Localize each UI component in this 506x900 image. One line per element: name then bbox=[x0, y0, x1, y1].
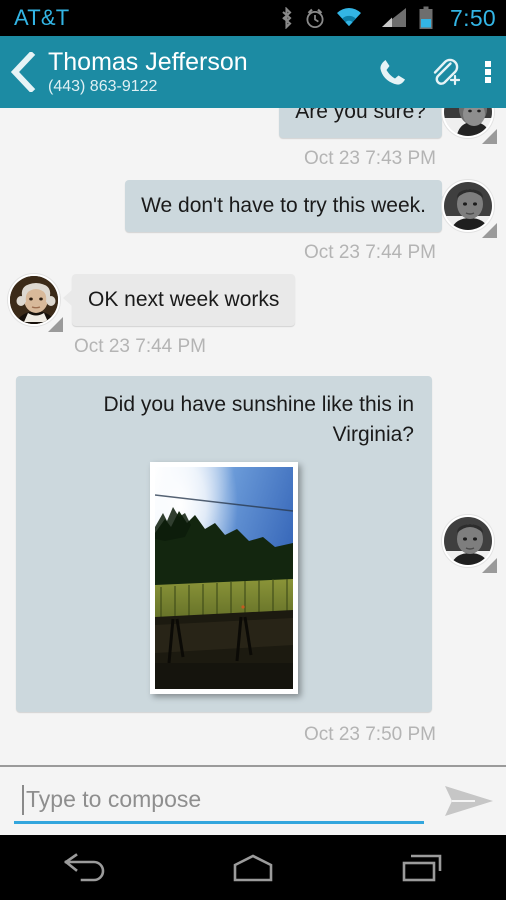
message-text: Are you sure? bbox=[295, 108, 426, 123]
message-timestamp: Oct 23 7:44 PM bbox=[303, 242, 436, 263]
attachment-corner-tag bbox=[482, 223, 497, 238]
message-text: We don't have to try this week. bbox=[141, 194, 426, 217]
message-dont-have-to-try[interactable]: We don't have to try this week. Oct 23 7… bbox=[0, 180, 506, 274]
overflow-button[interactable] bbox=[470, 36, 506, 108]
navigation-bar bbox=[0, 835, 506, 900]
text-caret bbox=[22, 784, 24, 815]
contact-name: Thomas Jefferson bbox=[48, 47, 248, 76]
compose-input[interactable]: Type to compose bbox=[14, 778, 424, 824]
send-arrow-icon bbox=[445, 786, 493, 816]
message-text: OK next week works bbox=[88, 288, 280, 311]
message-are-you-sure[interactable]: Are you sure? Oct 23 7:43 PM bbox=[0, 108, 506, 180]
clock-label: 7:50 bbox=[450, 4, 496, 31]
nav-home-icon bbox=[233, 854, 273, 881]
bluetooth-icon bbox=[282, 7, 292, 29]
nav-recents-icon bbox=[402, 854, 441, 881]
status-icon-tray: 7:50 bbox=[279, 5, 496, 32]
send-button[interactable] bbox=[432, 766, 506, 836]
message-timestamp: Oct 23 7:44 PM bbox=[74, 336, 207, 357]
paperclip-plus-icon bbox=[433, 58, 460, 86]
avatar-self[interactable] bbox=[442, 180, 498, 238]
compose-placeholder: Type to compose bbox=[26, 786, 202, 812]
message-thread[interactable]: Are you sure? Oct 23 7:43 PM We don't ha… bbox=[0, 108, 506, 765]
back-button[interactable] bbox=[0, 36, 46, 108]
avatar-self[interactable] bbox=[442, 515, 498, 573]
nav-back-icon bbox=[64, 852, 105, 881]
status-bar: AT&T 7:50 bbox=[0, 0, 506, 36]
alarm-icon bbox=[306, 8, 324, 28]
message-text: Did you have sunshine like this in Virgi… bbox=[103, 393, 414, 446]
call-button[interactable] bbox=[366, 36, 418, 108]
message-bubble[interactable]: OK next week works bbox=[62, 274, 296, 326]
signal-icon bbox=[382, 8, 407, 27]
avatar-self[interactable] bbox=[442, 108, 498, 144]
photo-vineyard-sunshine[interactable] bbox=[150, 462, 298, 694]
wifi-icon bbox=[337, 8, 362, 26]
message-bubble[interactable]: We don't have to try this week. bbox=[125, 180, 451, 232]
phone-icon bbox=[380, 60, 405, 85]
compose-bar: Type to compose bbox=[0, 765, 506, 835]
attachment-corner-tag bbox=[482, 129, 497, 144]
overflow-menu-icon bbox=[485, 59, 491, 85]
app-bar: Thomas Jefferson (443) 863-9122 bbox=[0, 36, 506, 108]
attach-button[interactable] bbox=[418, 36, 470, 108]
message-timestamp: Oct 23 7:43 PM bbox=[303, 148, 436, 169]
attachment-corner-tag bbox=[482, 558, 497, 573]
app-bar-titles[interactable]: Thomas Jefferson (443) 863-9122 bbox=[48, 48, 366, 97]
battery-icon bbox=[419, 6, 433, 29]
message-bubble[interactable]: Did you have sunshine like this in Virgi… bbox=[16, 376, 432, 712]
message-sunshine-mms[interactable]: Did you have sunshine like this in Virgi… bbox=[0, 368, 506, 756]
nav-back-button[interactable] bbox=[29, 835, 139, 900]
attachment-corner-tag bbox=[48, 317, 63, 332]
back-chevron-icon bbox=[10, 52, 36, 92]
carrier-label: AT&T bbox=[14, 5, 70, 30]
contact-number: (443) 863-9122 bbox=[48, 77, 158, 95]
nav-home-button[interactable] bbox=[198, 835, 308, 900]
message-bubble[interactable]: Are you sure? bbox=[279, 108, 451, 138]
nav-recents-button[interactable] bbox=[367, 835, 477, 900]
message-timestamp: Oct 23 7:50 PM bbox=[303, 724, 436, 745]
avatar-thomas-jefferson[interactable] bbox=[8, 274, 64, 332]
message-ok-next-week[interactable]: OK next week works Oct 23 7:44 PM bbox=[0, 274, 506, 368]
